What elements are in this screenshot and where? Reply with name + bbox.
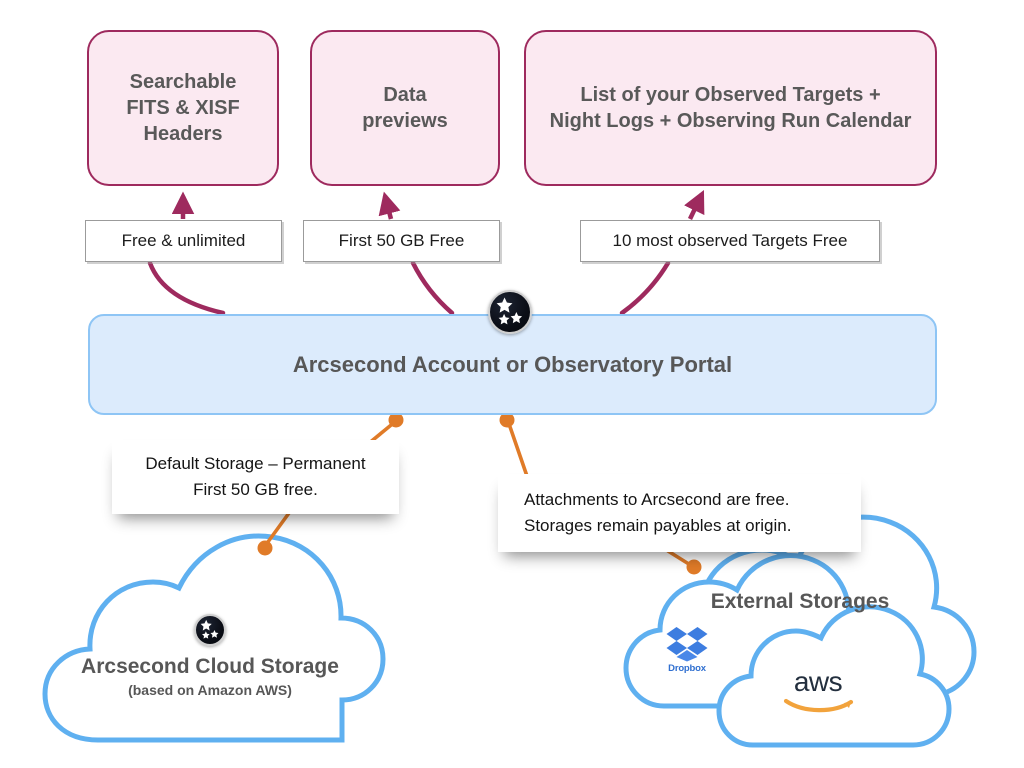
dropbox-icon[interactable]: Dropbox bbox=[659, 626, 715, 678]
dropbox-wordmark: Dropbox bbox=[668, 663, 706, 674]
arcsecond-cloud-title: Arcsecond Cloud Storage bbox=[81, 655, 339, 678]
feature-box-observed-targets[interactable]: List of your Observed Targets + Night Lo… bbox=[524, 30, 937, 186]
label-plate-text: Free & unlimited bbox=[121, 231, 246, 250]
external-storages-title: External Storages bbox=[710, 590, 890, 613]
feature-line: Data bbox=[383, 84, 427, 106]
feature-box-label: Searchable FITS & XISF Headers bbox=[126, 69, 239, 147]
callout-line: Default Storage – Permanent bbox=[145, 453, 366, 473]
feature-box-data-previews[interactable]: Data previews bbox=[310, 30, 500, 186]
feature-box-searchable-headers[interactable]: Searchable FITS & XISF Headers bbox=[87, 30, 279, 186]
arcsecond-stars-icon bbox=[194, 614, 226, 646]
feature-line: Night Logs + Observing Run Calendar bbox=[549, 110, 912, 132]
label-plate-10-most-observed[interactable]: 10 most observed Targets Free bbox=[580, 220, 880, 262]
callout-default-storage[interactable]: Default Storage – Permanent First 50 GB … bbox=[112, 440, 399, 514]
arcsecond-stars-icon bbox=[488, 290, 532, 334]
callout-line: Storages remain payables at origin. bbox=[524, 516, 792, 535]
feature-box-label: Data previews bbox=[362, 82, 448, 134]
arcsecond-cloud-subtitle: (based on Amazon AWS) bbox=[128, 682, 292, 698]
feature-line: Headers bbox=[143, 123, 223, 145]
label-plate-free-unlimited[interactable]: Free & unlimited bbox=[85, 220, 282, 262]
page-title: Arcsecond Account or Observatory Portal bbox=[292, 351, 733, 377]
label-plate-text: 10 most observed Targets Free bbox=[612, 231, 848, 250]
label-plate-text: First 50 GB Free bbox=[338, 231, 465, 250]
callout-attachments-free[interactable]: Attachments to Arcsecond are free. Stora… bbox=[498, 474, 861, 552]
feature-line: previews bbox=[362, 110, 448, 132]
feature-line: List of your Observed Targets + bbox=[580, 84, 881, 106]
diagram-canvas: Searchable FITS & XISF Headers Data prev… bbox=[0, 0, 1024, 768]
feature-line: FITS & XISF bbox=[126, 97, 240, 119]
label-plate-first-50gb-free[interactable]: First 50 GB Free bbox=[303, 220, 500, 262]
feature-line: Searchable bbox=[129, 71, 237, 93]
svg-text:aws: aws bbox=[794, 666, 842, 697]
callout-line: Attachments to Arcsecond are free. bbox=[524, 489, 790, 509]
callout-line: First 50 GB free. bbox=[193, 480, 318, 499]
aws-icon[interactable]: aws bbox=[772, 663, 864, 713]
feature-box-label: List of your Observed Targets + Night Lo… bbox=[550, 82, 912, 134]
